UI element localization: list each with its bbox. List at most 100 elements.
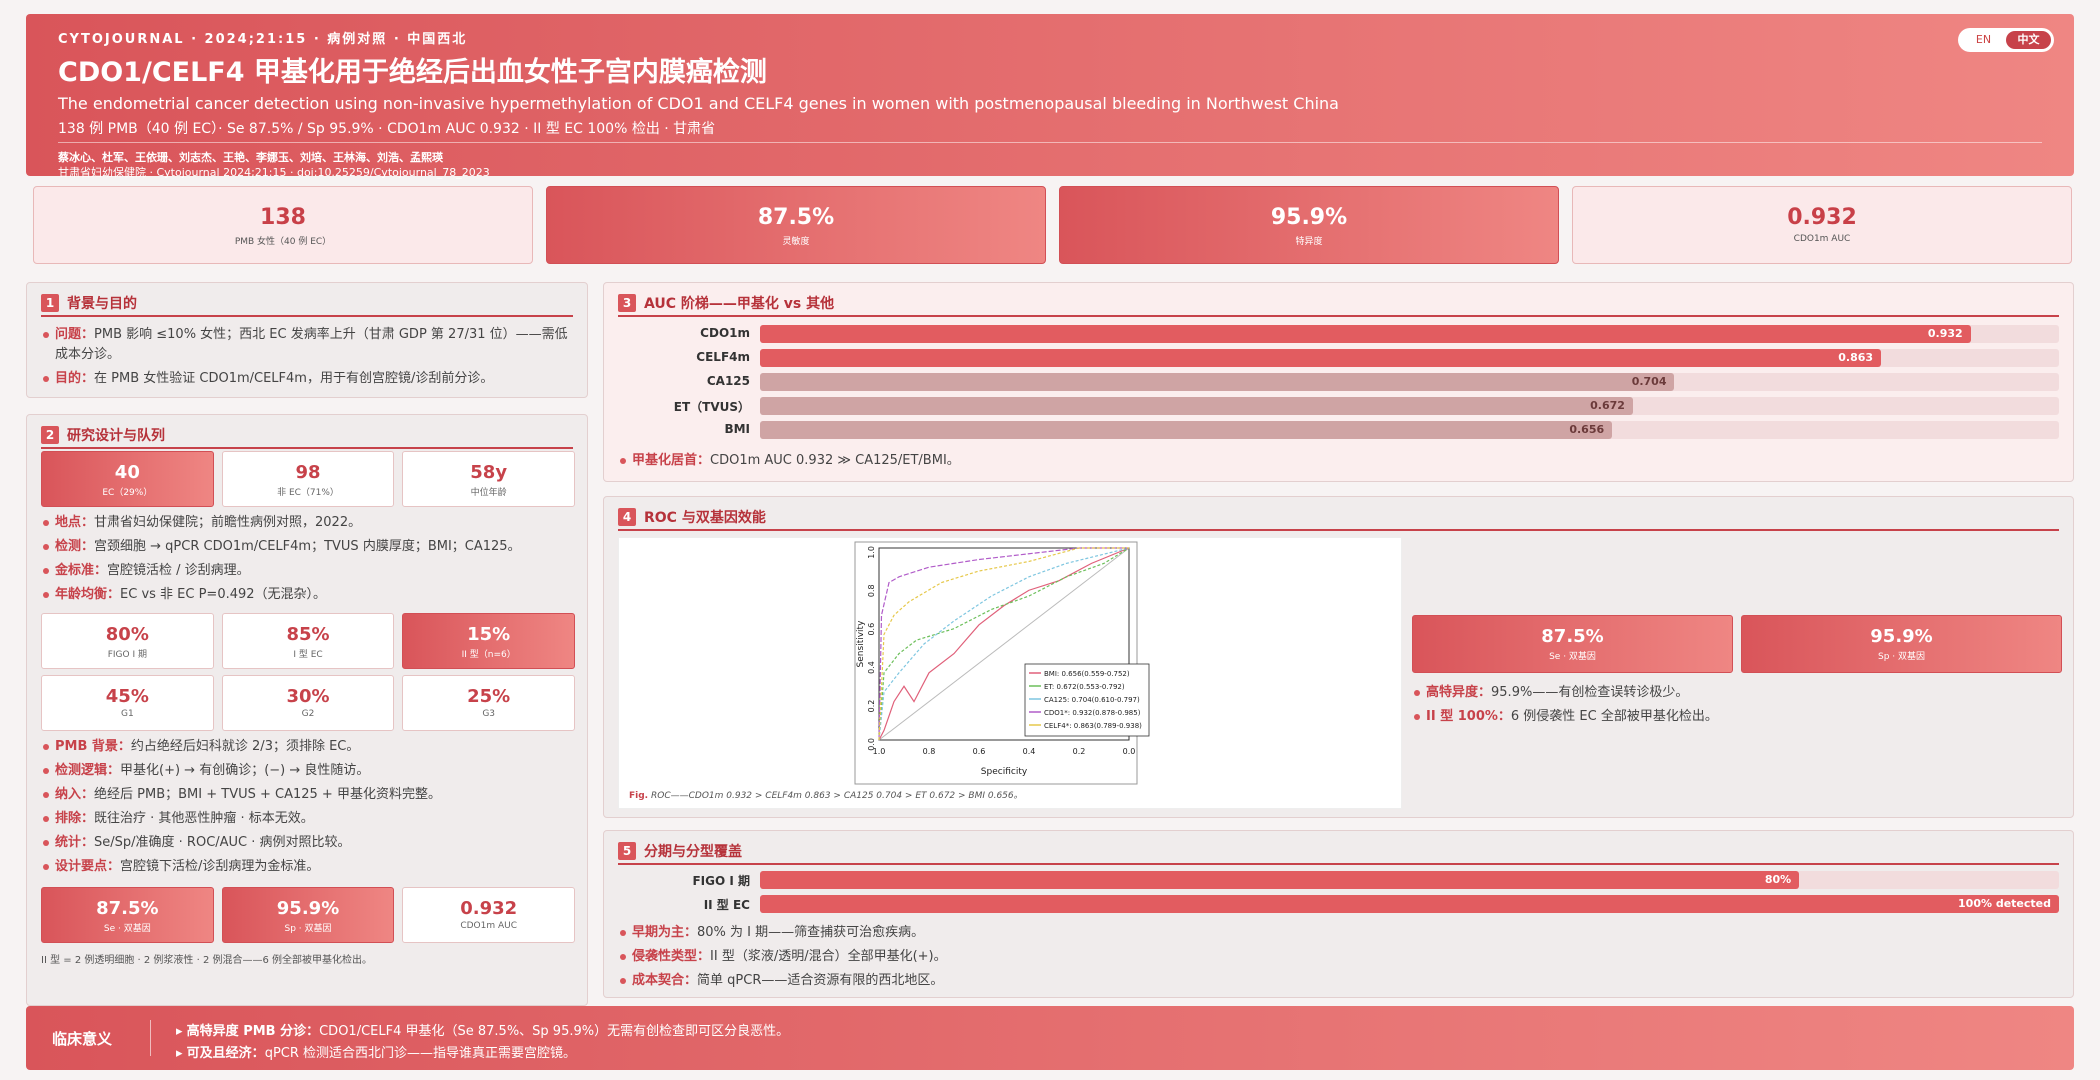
- section-design: 2 研究设计与队列 40 EC（29%） 98 非 EC（71%） 58y 中位年龄 地…: [26, 414, 588, 1006]
- bullet-item: 排除：既往治疗 · 其他恶性肿瘤 · 标本无效。: [41, 809, 575, 829]
- bullet-key: 地点：: [55, 515, 95, 530]
- bar-value: 0.704: [1631, 375, 1667, 388]
- footer-line-2: ▸ 可及且经济：qPCR 检测适合西北门诊——指导谁真正需要宫腔镜。: [176, 1046, 577, 1061]
- stat-value: 0.932: [1787, 205, 1857, 230]
- footer-line-key: 可及且经济：: [186, 1046, 265, 1061]
- bullet-item: 目的：在 PMB 女性验证 CDO1m/CELF4m，用于有创宫腔镜/诊刮前分诊…: [41, 369, 575, 389]
- stat-label: PMB 女性（40 例 EC）: [234, 237, 332, 247]
- affiliation: 甘肃省妇幼保健院 · Cytojournal 2024;21:15 · doi:…: [58, 166, 490, 179]
- legend-entry: CA125: 0.704(0.610-0.797): [1044, 696, 1140, 704]
- bullet-item: 成本契合：简单 qPCR——适合资源有限的西北地区。: [618, 971, 1518, 991]
- journal-meta: CYTOJOURNAL · 2024;21:15 · 病例对照 · 中国西北: [58, 32, 468, 47]
- tile-value: 87.5%: [1541, 626, 1604, 647]
- stat-value: 87.5%: [757, 205, 835, 230]
- bullet-key: 检测逻辑：: [55, 763, 121, 778]
- tile-value: 80%: [105, 624, 149, 645]
- stat-card-auc: 0.932 CDO1m AUC: [1572, 186, 2072, 264]
- bullet-text: 在 PMB 女性验证 CDO1m/CELF4m，用于有创宫腔镜/诊刮前分诊。: [94, 371, 494, 386]
- bullet-item: PMB 背景：约占绝经后妇科就诊 2/3；须排除 EC。: [41, 737, 575, 757]
- grade-tile-g1: 45% G1: [41, 675, 214, 731]
- grade-tile-g3: 25% G3: [402, 675, 576, 731]
- footer-divider: [150, 1020, 151, 1056]
- section-title: AUC 阶梯——甲基化 vs 其他: [644, 296, 835, 312]
- stat-label: CDO1m AUC: [1793, 234, 1851, 244]
- bar-label: FIGO I 期: [692, 874, 750, 888]
- bullet-item: II 型 100%：6 例侵袭性 EC 全部被甲基化检出。: [1412, 707, 2062, 727]
- section-number: 2: [41, 426, 59, 444]
- y-axis-label: Sensitivity: [856, 620, 866, 668]
- bullet-key: 年龄均衡：: [55, 587, 121, 602]
- x-tick-label: 0.2: [1073, 747, 1086, 756]
- bullet-key: 问题：: [55, 327, 95, 342]
- legend-entry: BMI: 0.656(0.559-0.752): [1044, 670, 1130, 678]
- tile-label: 中位年龄: [470, 488, 507, 498]
- tile-label: I 型 EC: [293, 650, 323, 660]
- bar-value: 100% detected: [1958, 897, 2051, 910]
- bullet-item: 年龄均衡：EC vs 非 EC P=0.492（无混杂）。: [41, 585, 575, 605]
- section-title: 研究设计与队列: [67, 428, 165, 444]
- legend-entry: CELF4*: 0.863(0.789-0.938): [1044, 722, 1142, 730]
- section-header: 2 研究设计与队列: [41, 423, 573, 449]
- bullet-item: 检测逻辑：甲基化(+) → 有创确诊；(−) → 良性随访。: [41, 761, 575, 781]
- lang-zh-button[interactable]: 中文: [2006, 31, 2051, 49]
- tile-label: G3: [482, 709, 496, 719]
- auc-bar-ca125: CA125 0.704: [707, 373, 2059, 391]
- tile-value: 30%: [286, 686, 330, 707]
- stat-card-sensitivity: 87.5% 灵敏度: [546, 186, 1046, 264]
- x-axis-label: Specificity: [981, 767, 1028, 777]
- y-tick-label: 0.8: [867, 584, 876, 597]
- stat-label: 特异度: [1295, 237, 1323, 247]
- tile-value: 15%: [467, 624, 511, 645]
- stat-card-sample: 138 PMB 女性（40 例 EC）: [33, 186, 533, 264]
- bullet-text: PMB 影响 ≤10% 女性；西北 EC 发病率上升（甘肃 GDP 第 27/3…: [55, 327, 568, 362]
- bullet-item: 地点：甘肃省妇幼保健院；前瞻性病例对照，2022。: [41, 513, 575, 533]
- section-number: 1: [41, 294, 59, 312]
- x-tick-label: 0.4: [1023, 747, 1036, 756]
- bullet-key: II 型 100%：: [1426, 709, 1511, 724]
- bullet-item: 高特异度：95.9%——有创检查误转诊极少。: [1412, 683, 2062, 703]
- bar-fill: 0.656: [760, 421, 1613, 439]
- x-tick-label: 0.8: [923, 747, 936, 756]
- bullet-key: 甲基化居首：: [632, 453, 711, 468]
- bar-fill: 0.704: [760, 373, 1675, 391]
- bullet-item: 纳入：绝经后 PMB；BMI + TVUS + CA125 + 甲基化资料完整。: [41, 785, 575, 805]
- section-roc: 4 ROC 与双基因效能 0.0 0.2 0.4 0.6 0.8 1.0 1.0 0.8 0.6 0…: [603, 496, 2074, 818]
- bar-value: 0.863: [1838, 351, 1874, 364]
- bar-label: II 型 EC: [703, 898, 750, 912]
- bullet-item: 侵袭性类型：II 型（浆液/透明/混合）全部甲基化(+)。: [618, 947, 1518, 967]
- y-tick-label: 1.0: [867, 546, 876, 559]
- tile-value: 40: [114, 462, 140, 483]
- roc-chart: 0.00.20.40.60.81.01.0 0.8 0.6 0.4 0.2 0.0 Spe…: [854, 541, 1150, 785]
- section-title: ROC 与双基因效能: [644, 510, 766, 526]
- bullet-key: 高特异度：: [1426, 685, 1492, 700]
- tile-label: Se · 双基因: [1549, 652, 1596, 662]
- header-divider: [58, 142, 2042, 143]
- stat-card-specificity: 95.9% 特异度: [1059, 186, 1559, 264]
- tile-label: Sp · 双基因: [1877, 652, 1925, 662]
- section-number: 5: [618, 842, 636, 860]
- tile-label: FIGO I 期: [107, 650, 147, 660]
- stat-label: 灵敏度: [782, 237, 810, 247]
- tile-value: 95.9%: [276, 898, 340, 919]
- tile-value: 0.932: [460, 898, 518, 919]
- cohort-tile-ec: 40 EC（29%）: [41, 451, 214, 507]
- footer-key: 临床意义: [52, 1030, 113, 1048]
- legend-entry: CDO1*: 0.932(0.878-0.985): [1044, 709, 1141, 717]
- tile-value: 98: [295, 462, 321, 483]
- bullet-item: 问题：PMB 影响 ≤10% 女性；西北 EC 发病率上升（甘肃 GDP 第 2…: [41, 325, 575, 365]
- lang-en-button[interactable]: EN: [1961, 31, 2006, 49]
- bullet-key: 目的：: [55, 371, 95, 386]
- tile-value: 25%: [467, 686, 511, 707]
- section-header: 5 分期与分型覆盖: [618, 839, 2059, 865]
- bar-fill: 0.932: [760, 325, 1971, 343]
- bullet-text: EC vs 非 EC P=0.492（无混杂）。: [120, 587, 327, 602]
- summary-line: 138 例 PMB（40 例 EC）· Se 87.5% / Sp 95.9% …: [58, 121, 716, 137]
- auc-bar-bmi: BMI 0.656: [724, 421, 2059, 439]
- bullet-key: 早期为主：: [632, 925, 698, 940]
- grade-tile-g2: 30% G2: [221, 675, 395, 731]
- tile-value: 85%: [286, 624, 330, 645]
- footer-line-1: ▸ 高特异度 PMB 分诊：CDO1/CELF4 甲基化（Se 87.5%、Sp…: [176, 1024, 790, 1039]
- header-banner: CYTOJOURNAL · 2024;21:15 · 病例对照 · 中国西北 C…: [26, 14, 2074, 179]
- stage-bar-type2: II 型 EC 100% detected: [704, 895, 2059, 913]
- bullet-text: 既往治疗 · 其他恶性肿瘤 · 标本无效。: [94, 811, 314, 826]
